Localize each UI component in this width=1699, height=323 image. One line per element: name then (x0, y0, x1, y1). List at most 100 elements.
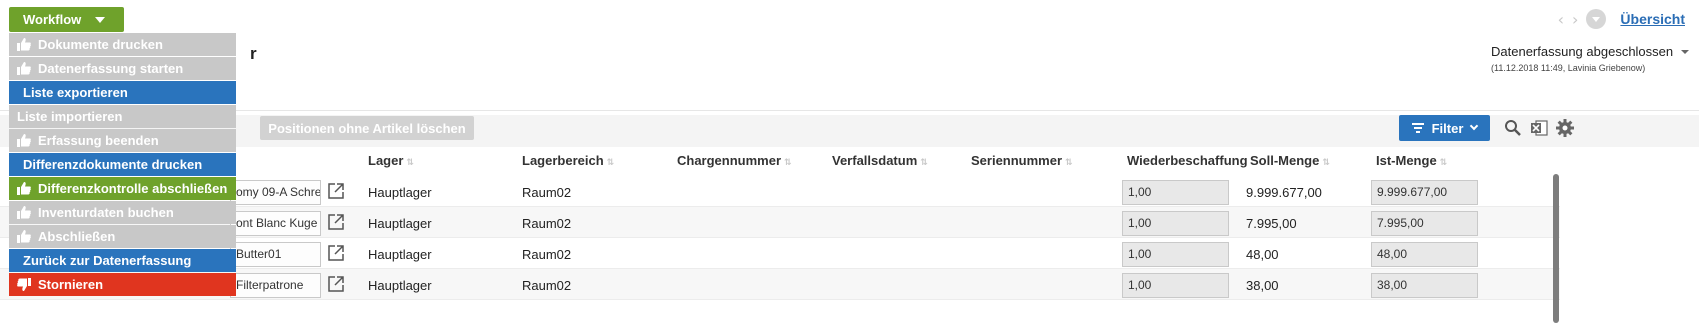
workflow-menu-item[interactable]: Dokumente drucken (9, 33, 236, 56)
record-menu-button[interactable] (1586, 9, 1607, 29)
column-header-label: Ist-Menge (1376, 153, 1437, 168)
workflow-button-label: Workflow (23, 12, 82, 27)
next-record-icon[interactable]: › (1572, 10, 1578, 29)
open-external-icon[interactable] (327, 244, 345, 262)
workflow-menu-item[interactable]: Differenzdokumente drucken (9, 153, 236, 176)
page-title: r (250, 44, 257, 63)
workflow-button[interactable]: Workflow (9, 7, 124, 32)
wiederbeschaffung-field[interactable]: 1,00 (1122, 211, 1229, 236)
thumbs-up-icon (17, 230, 31, 244)
workflow-menu-item[interactable]: Datenerfassung starten (9, 57, 236, 80)
workflow-menu-item-label: Datenerfassung starten (38, 61, 184, 76)
column-header-wiederbeschaffung[interactable]: Wiederbeschaffungs (1127, 153, 1247, 168)
workflow-menu-item[interactable]: Abschließen (9, 225, 236, 248)
wiederbeschaffung-field[interactable]: 1,00 (1122, 180, 1229, 205)
workflow-menu-item-label: Erfassung beenden (38, 133, 159, 148)
chevron-down-icon (1681, 49, 1690, 54)
status-dropdown[interactable]: Datenerfassung abgeschlossen (1491, 44, 1691, 59)
filter-icon (1411, 123, 1424, 133)
article-field[interactable]: ont Blanc Kuge (230, 211, 321, 236)
workflow-menu-item[interactable]: Erfassung beenden (9, 129, 236, 152)
settings-gear-icon[interactable] (1555, 118, 1575, 138)
thumbs-down-icon (17, 278, 31, 292)
column-header-label: Chargennummer (677, 153, 782, 168)
open-external-icon[interactable] (327, 182, 345, 200)
workflow-menu-item-label: Differenzdokumente drucken (23, 157, 203, 172)
article-field[interactable]: omy 09-A Schre (230, 180, 321, 205)
search-icon[interactable] (1503, 118, 1523, 138)
status-timestamp: (11.12.2018 11:49, Lavinia Griebenow) (1491, 63, 1646, 73)
column-header-lager[interactable]: Lager ⇅ (368, 153, 414, 168)
column-header-label: Verfallsdatum (832, 153, 918, 168)
divider (0, 110, 1699, 111)
lager-cell: Hauptlager (368, 278, 432, 293)
sort-icon: ⇅ (1065, 158, 1073, 168)
ist-menge-field[interactable]: 7.995,00 (1371, 211, 1478, 236)
workflow-menu-item[interactable]: Stornieren (9, 273, 236, 296)
table-scrollbar[interactable] (1553, 174, 1559, 323)
column-header-soll-menge[interactable]: Soll-Menge ⇅ (1250, 153, 1330, 168)
column-header-label: Seriennummer (971, 153, 1063, 168)
wiederbeschaffung-field[interactable]: 1,00 (1122, 273, 1229, 298)
lager-cell: Hauptlager (368, 185, 432, 200)
filter-button[interactable]: Filter (1399, 115, 1490, 141)
column-header-ist-menge[interactable]: Ist-Menge ⇅ (1376, 153, 1447, 168)
workflow-menu-item[interactable]: Differenzkontrolle abschließen (9, 177, 236, 200)
soll-menge-cell: 38,00 (1246, 278, 1279, 293)
lagerbereich-cell: Raum02 (522, 216, 572, 231)
thumbs-up-icon (17, 62, 31, 76)
workflow-menu-item-label: Liste importieren (17, 109, 123, 124)
open-external-icon[interactable] (327, 275, 345, 293)
workflow-menu-item-label: Abschließen (38, 229, 116, 244)
wiederbeschaffung-field[interactable]: 1,00 (1122, 242, 1229, 267)
soll-menge-cell: 48,00 (1246, 247, 1279, 262)
thumbs-up-icon (17, 206, 31, 220)
workflow-menu-item[interactable]: Liste importieren (9, 105, 236, 128)
column-header-label: Lager (368, 153, 404, 168)
record-navigation: ‹ › Übersicht (1558, 9, 1685, 29)
toolbar-icons (1503, 118, 1575, 138)
sort-icon: ⇅ (606, 158, 615, 168)
overview-link[interactable]: Übersicht (1620, 11, 1685, 27)
sort-icon: ⇅ (920, 158, 928, 168)
workflow-menu-item[interactable]: Liste exportieren (9, 81, 236, 104)
ist-menge-field[interactable]: 9.999.677,00 (1371, 180, 1478, 205)
workflow-menu-item[interactable]: Zurück zur Datenerfassung (9, 249, 236, 272)
status-panel: Datenerfassung abgeschlossen (11.12.2018… (1491, 44, 1691, 73)
previous-record-icon[interactable]: ‹ (1558, 10, 1564, 29)
column-header-label: Soll-Menge (1250, 153, 1320, 168)
ist-menge-field[interactable]: 38,00 (1371, 273, 1478, 298)
column-header-lagerbereich[interactable]: Lagerbereich ⇅ (522, 153, 614, 168)
excel-export-icon[interactable] (1529, 118, 1549, 138)
sort-icon: ⇅ (406, 158, 414, 168)
sort-icon: ⇅ (1439, 158, 1448, 168)
lager-cell: Hauptlager (368, 247, 432, 262)
lager-cell: Hauptlager (368, 216, 432, 231)
workflow-menu-item-label: Liste exportieren (23, 85, 128, 100)
workflow-menu-item-label: Differenzkontrolle abschließen (38, 181, 228, 196)
thumbs-up-icon (17, 182, 31, 196)
soll-menge-cell: 9.999.677,00 (1246, 185, 1322, 200)
workflow-menu-item-label: Inventurdaten buchen (38, 205, 174, 220)
lagerbereich-cell: Raum02 (522, 185, 572, 200)
workflow-menu-item[interactable]: Inventurdaten buchen (9, 201, 236, 224)
workflow-menu-item-label: Zurück zur Datenerfassung (23, 253, 192, 268)
ist-menge-field[interactable]: 48,00 (1371, 242, 1478, 267)
delete-positions-button[interactable]: Positionen ohne Artikel löschen (260, 116, 474, 140)
workflow-menu-item-label: Dokumente drucken (38, 37, 163, 52)
sort-icon: ⇅ (784, 158, 792, 168)
open-external-icon[interactable] (327, 213, 345, 231)
workflow-menu-item-label: Stornieren (38, 277, 104, 292)
lagerbereich-cell: Raum02 (522, 247, 572, 262)
column-header-chargennummer[interactable]: Chargennummer ⇅ (677, 153, 792, 168)
thumbs-up-icon (17, 134, 31, 148)
chevron-down-icon (1592, 16, 1601, 22)
column-header-seriennummer[interactable]: Seriennummer ⇅ (971, 153, 1073, 168)
lagerbereich-cell: Raum02 (522, 278, 572, 293)
column-header-verfallsdatum[interactable]: Verfallsdatum ⇅ (832, 153, 928, 168)
chevron-down-icon (95, 16, 106, 23)
article-field[interactable]: Filterpatrone (230, 273, 321, 298)
article-field[interactable]: Butter01 (230, 242, 321, 267)
chevron-down-icon (1470, 121, 1479, 131)
soll-menge-cell: 7.995,00 (1246, 216, 1297, 231)
